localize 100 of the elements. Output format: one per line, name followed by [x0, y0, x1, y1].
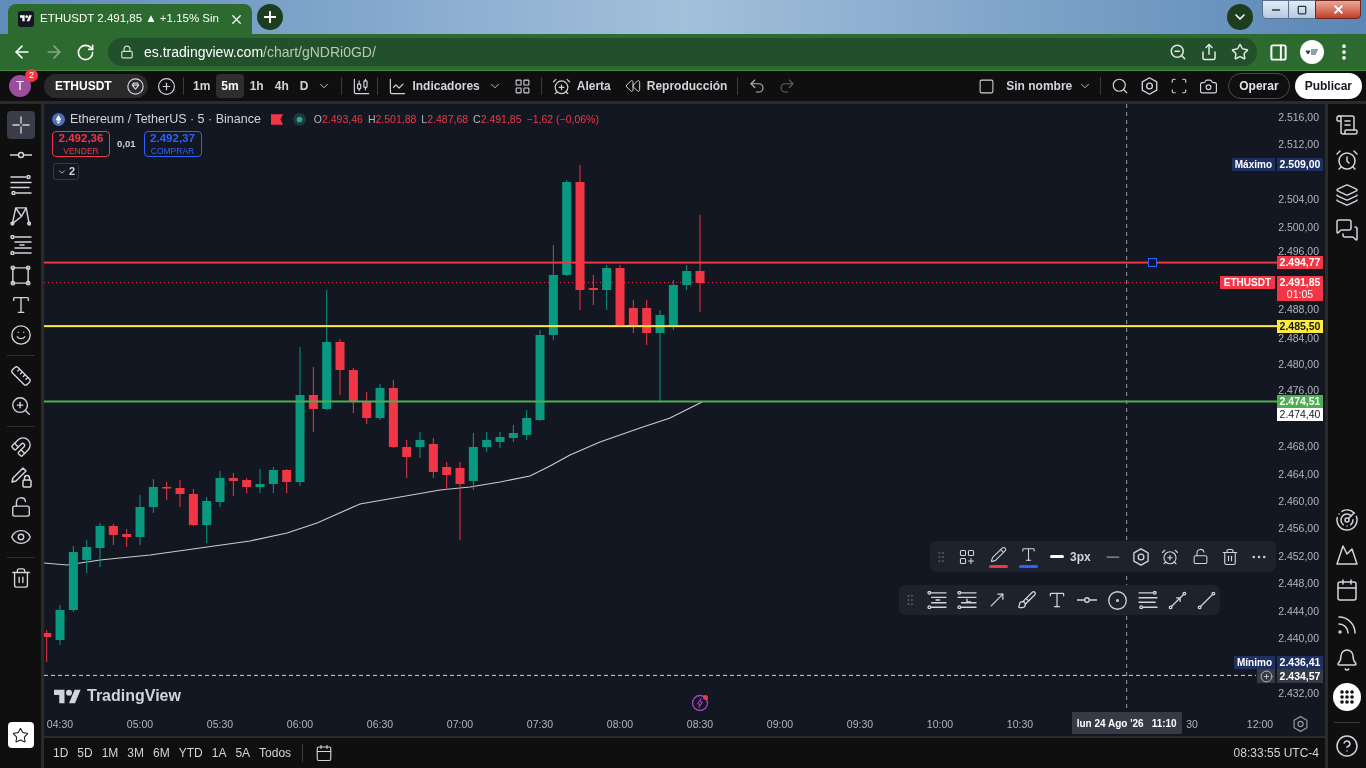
- flag-icon[interactable]: [270, 113, 283, 125]
- help-icon[interactable]: [1335, 734, 1359, 758]
- range-button[interactable]: 5D: [74, 742, 96, 764]
- circle-dot-icon[interactable]: [1107, 589, 1128, 611]
- feed-icon[interactable]: [1335, 613, 1359, 637]
- candlestick-icon[interactable]: [352, 76, 372, 96]
- range-button[interactable]: 1A: [208, 742, 230, 764]
- range-button[interactable]: 5A: [232, 742, 254, 764]
- undo-icon[interactable]: [748, 77, 767, 95]
- text-icon[interactable]: [1047, 590, 1067, 610]
- pencil-icon[interactable]: [990, 545, 1007, 563]
- trend-line-icon[interactable]: [1197, 590, 1216, 610]
- interval-button[interactable]: 5m: [216, 74, 244, 98]
- text-icon[interactable]: [1020, 545, 1037, 563]
- interval-button[interactable]: 1h: [244, 74, 269, 98]
- interval-button[interactable]: 4h: [269, 74, 294, 98]
- interval-button[interactable]: 1m: [188, 74, 216, 98]
- candlestick: [375, 383, 385, 421]
- browser-tab[interactable]: ETHUSDT 2.491,85 ▲ +1.15% Sin: [8, 4, 252, 34]
- object-tree-icon[interactable]: [959, 548, 975, 565]
- high-marker-label: Máximo: [1231, 158, 1275, 172]
- layers-icon[interactable]: [1335, 183, 1359, 207]
- alarm-clock-icon[interactable]: [1160, 547, 1179, 566]
- new-tab-button[interactable]: [257, 4, 283, 30]
- alarm-clock-icon[interactable]: [1335, 148, 1359, 172]
- range-button[interactable]: 1M: [98, 742, 122, 764]
- lightning-icon[interactable]: [691, 694, 709, 712]
- price-axis-label: 2.448,00: [1278, 578, 1319, 589]
- alert-button[interactable]: Alerta: [551, 76, 611, 96]
- clock-text[interactable]: 08:33:55 UTC-4: [1233, 744, 1319, 762]
- target-icon[interactable]: [1335, 508, 1359, 532]
- symbol-search-button[interactable]: ETHUSDT: [44, 74, 148, 98]
- range-button[interactable]: 3M: [124, 742, 148, 764]
- change-value: −1,62 (−0,06%): [526, 111, 599, 127]
- lock-open-icon[interactable]: [1191, 548, 1209, 565]
- line-handle[interactable]: [1148, 258, 1157, 268]
- sell-button[interactable]: 2.492,36 VENDER: [52, 131, 110, 157]
- time-axis-label: 04:30: [46, 718, 74, 730]
- interval-button[interactable]: D: [294, 74, 314, 98]
- share-icon[interactable]: [1200, 43, 1218, 61]
- line-color-swatch[interactable]: [989, 564, 1008, 568]
- line-width-button[interactable]: 3px: [1050, 547, 1091, 566]
- mountain-icon[interactable]: [1335, 543, 1359, 567]
- list-icon[interactable]: [1335, 113, 1359, 137]
- tab-search-button[interactable]: [1227, 4, 1253, 30]
- parallel-lines-icon[interactable]: [957, 591, 977, 609]
- close-window-button[interactable]: [1315, 0, 1361, 19]
- range-button[interactable]: 6M: [150, 742, 173, 764]
- layout-grid-icon[interactable]: [513, 77, 531, 95]
- bell-icon[interactable]: [1335, 648, 1359, 672]
- arrow-line-icon[interactable]: [1168, 590, 1187, 610]
- brush-icon[interactable]: [1017, 590, 1037, 610]
- fib-lines-icon[interactable]: [927, 591, 947, 609]
- apps-grid-icon[interactable]: [1333, 683, 1361, 711]
- quick-search-icon[interactable]: [1111, 77, 1130, 95]
- trash-icon: [9, 567, 32, 589]
- add-symbol-icon[interactable]: [157, 76, 176, 96]
- publish-button[interactable]: Publicar: [1294, 73, 1362, 99]
- indicators-button[interactable]: Indicadores: [388, 76, 480, 96]
- text-color-swatch[interactable]: [1019, 564, 1038, 568]
- minimize-button[interactable]: [1262, 0, 1289, 19]
- time-axis-label: 10:00: [926, 718, 954, 730]
- crosshair-tool-button[interactable]: [6, 111, 35, 139]
- rewind-icon: [624, 78, 641, 94]
- collapse-indicators-button[interactable]: 2: [53, 163, 80, 180]
- calendar-icon[interactable]: [1335, 578, 1359, 602]
- candlestick: [482, 431, 492, 453]
- profile-avatar-icon[interactable]: [1300, 40, 1324, 64]
- favorites-button[interactable]: [7, 722, 34, 748]
- range-button[interactable]: 1D: [50, 742, 72, 764]
- symbol-title[interactable]: Ethereum / TetherUS · 5 · Binance: [70, 110, 261, 129]
- bookmark-star-icon[interactable]: [1231, 43, 1249, 61]
- candlestick: [255, 468, 265, 494]
- square-icon[interactable]: [978, 77, 996, 95]
- tab-title: ETHUSDT 2.491,85 ▲ +1.15% Sin: [40, 11, 220, 27]
- settings-icon[interactable]: [1132, 547, 1149, 566]
- reload-icon[interactable]: [76, 42, 95, 62]
- add-alert-button[interactable]: [1257, 669, 1275, 684]
- replay-button[interactable]: Reproducción: [624, 77, 728, 95]
- ohlc-value: L2.487,68: [421, 111, 469, 127]
- trash-icon[interactable]: [1220, 547, 1239, 566]
- zoom-out-icon[interactable]: [1169, 43, 1187, 61]
- calendar-icon[interactable]: [315, 744, 334, 762]
- countdown-text: 01:05: [1286, 289, 1314, 301]
- settings-icon[interactable]: [1293, 716, 1308, 732]
- candlestick: [122, 528, 132, 548]
- layout-name-button[interactable]: Sin nombre: [1006, 77, 1073, 95]
- settings-icon[interactable]: [1141, 77, 1159, 95]
- url-field[interactable]: es.tradingview.com/chart/gNDRi0GD/: [108, 38, 1257, 66]
- crosshair-price-label: 2.434,57: [1277, 669, 1323, 684]
- range-button[interactable]: Todos: [256, 742, 295, 764]
- chat-icon[interactable]: [1335, 218, 1359, 242]
- buy-button[interactable]: 2.492,37 COMPRAR: [143, 131, 202, 157]
- lines-icon[interactable]: [1138, 591, 1158, 609]
- fullscreen-icon[interactable]: [1170, 77, 1189, 95]
- maximize-button[interactable]: [1289, 0, 1315, 19]
- horizontal-line-icon[interactable]: [1077, 596, 1097, 604]
- range-button[interactable]: YTD: [175, 742, 206, 764]
- time-axis-label: 08:00: [606, 718, 634, 730]
- side-panel-icon[interactable]: [1269, 42, 1288, 62]
